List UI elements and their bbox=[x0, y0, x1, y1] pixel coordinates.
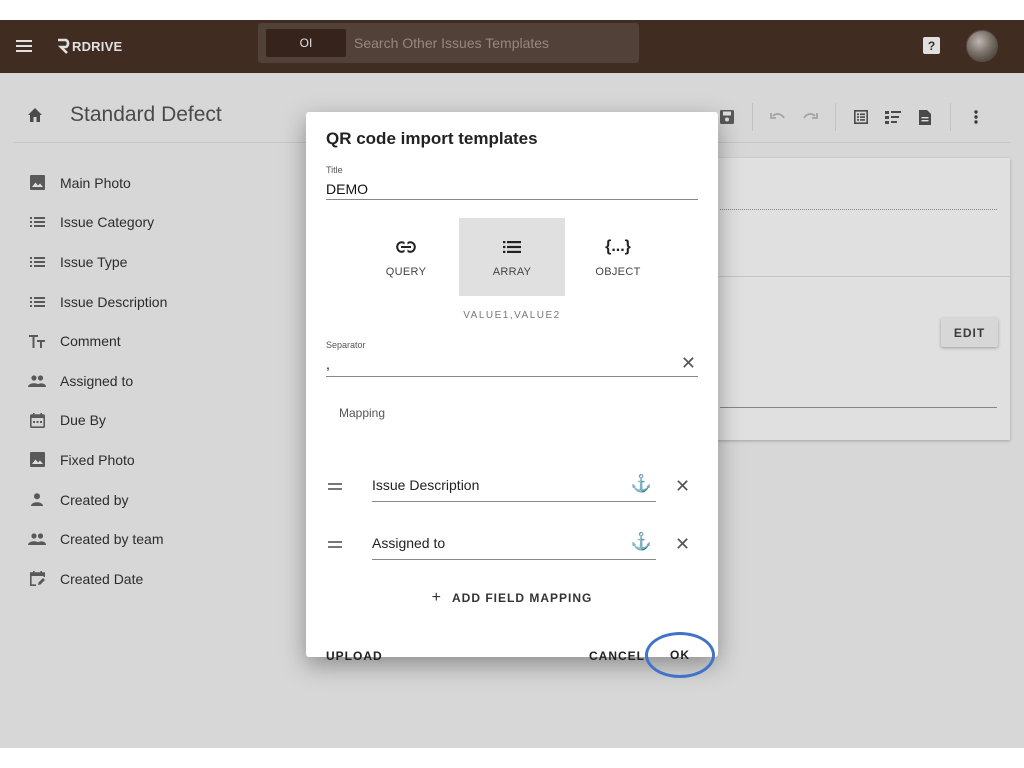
separator-field: ✕ bbox=[326, 351, 698, 377]
add-mapping-label: ADD FIELD MAPPING bbox=[452, 591, 593, 605]
add-field-mapping-button[interactable]: + ADD FIELD MAPPING bbox=[306, 589, 718, 607]
plus-icon: + bbox=[431, 589, 442, 606]
qr-import-dialog: QR code import templates Title QUERY ARR… bbox=[306, 112, 718, 678]
separator-label: Separator bbox=[326, 340, 366, 350]
anchor-icon[interactable]: ⚓ bbox=[631, 474, 652, 494]
remove-mapping-icon[interactable]: ✕ bbox=[675, 476, 690, 497]
format-option-array[interactable]: ARRAY bbox=[459, 218, 565, 296]
format-toggle-group: QUERY ARRAY {...} OBJECT bbox=[353, 218, 671, 296]
title-field-label: Title bbox=[326, 165, 343, 175]
remove-mapping-icon[interactable]: ✕ bbox=[675, 534, 690, 555]
drag-handle-icon[interactable] bbox=[328, 538, 344, 552]
upload-button[interactable]: UPLOAD bbox=[326, 649, 383, 663]
mapping-row: Assigned to ⚓ ✕ bbox=[326, 528, 698, 562]
app-window: RDRIVE OI ? Standard Defect bbox=[0, 20, 1024, 748]
mapping-field-select[interactable]: Issue Description ⚓ bbox=[372, 470, 656, 502]
anchor-icon[interactable]: ⚓ bbox=[631, 532, 652, 552]
list-icon bbox=[503, 236, 521, 258]
link-icon bbox=[396, 236, 416, 258]
ok-button[interactable]: OK bbox=[645, 632, 715, 678]
format-option-query[interactable]: QUERY bbox=[353, 218, 459, 296]
braces-icon: {...} bbox=[605, 238, 631, 255]
format-example: VALUE1,VALUE2 bbox=[463, 310, 561, 321]
separator-input[interactable] bbox=[326, 356, 666, 372]
mapping-field-select[interactable]: Assigned to ⚓ bbox=[372, 528, 656, 560]
drag-handle-icon[interactable] bbox=[328, 480, 344, 494]
format-label: QUERY bbox=[385, 266, 427, 278]
mapping-row: Issue Description ⚓ ✕ bbox=[326, 470, 698, 504]
clear-icon[interactable]: ✕ bbox=[681, 353, 696, 374]
title-input[interactable] bbox=[326, 178, 698, 200]
mapping-label: Mapping bbox=[339, 406, 386, 420]
mapping-field-value: Issue Description bbox=[372, 477, 480, 493]
format-label: OBJECT bbox=[595, 266, 641, 278]
format-label: ARRAY bbox=[492, 266, 532, 278]
format-option-object[interactable]: {...} OBJECT bbox=[565, 218, 671, 296]
mapping-field-value: Assigned to bbox=[372, 535, 446, 551]
dialog-title: QR code import templates bbox=[326, 129, 538, 148]
cancel-button[interactable]: CANCEL bbox=[589, 649, 645, 663]
